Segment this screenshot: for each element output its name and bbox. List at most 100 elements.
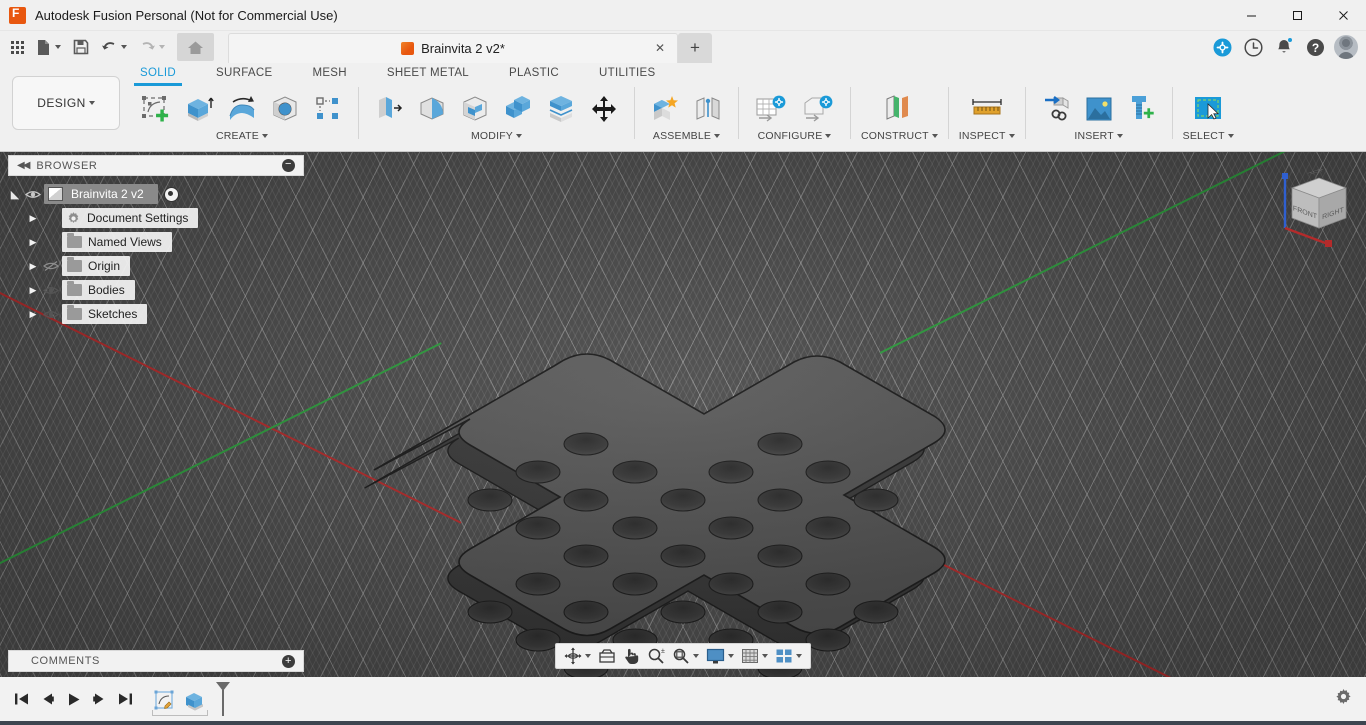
eye-visible-icon[interactable] bbox=[40, 309, 62, 320]
new-file-button[interactable] bbox=[31, 33, 66, 61]
offset-plane-button[interactable] bbox=[877, 89, 921, 129]
derive-button[interactable] bbox=[1036, 89, 1076, 129]
timeline-feature-sketch[interactable] bbox=[150, 686, 180, 716]
tree-item-document-settings[interactable]: ▶ Document Settings bbox=[8, 206, 304, 230]
zoom-button[interactable]: ± bbox=[644, 645, 668, 667]
sphere-button[interactable] bbox=[265, 89, 305, 129]
chevron-down-icon[interactable] bbox=[714, 134, 721, 138]
tree-root-chip[interactable]: Brainvita 2 v2 bbox=[44, 184, 158, 204]
measure-button[interactable] bbox=[965, 89, 1009, 129]
extrude-button[interactable] bbox=[179, 89, 219, 129]
tab-solid[interactable]: SOLID bbox=[120, 63, 196, 86]
tab-surface[interactable]: SURFACE bbox=[196, 63, 292, 85]
configure-body-button[interactable] bbox=[796, 89, 840, 129]
tree-item-chip[interactable]: Document Settings bbox=[62, 208, 199, 228]
app-grid-button[interactable] bbox=[6, 33, 29, 61]
tab-utilities[interactable]: UTILITIES bbox=[579, 63, 675, 85]
insert-image-button[interactable] bbox=[1079, 89, 1119, 129]
play-button[interactable] bbox=[60, 686, 86, 712]
eye-visible-icon[interactable] bbox=[22, 189, 44, 200]
tree-item-chip[interactable]: Named Views bbox=[62, 232, 172, 252]
pan-button[interactable] bbox=[620, 645, 643, 667]
chevron-down-icon[interactable] bbox=[585, 654, 591, 658]
workspace-selector[interactable]: DESIGN bbox=[12, 76, 120, 130]
eye-visible-icon[interactable] bbox=[40, 285, 62, 296]
chevron-down-icon[interactable] bbox=[825, 134, 832, 138]
tree-item-sketches[interactable]: ▶ Sketches bbox=[8, 302, 304, 326]
shell-button[interactable] bbox=[455, 89, 495, 129]
grid-snaps-button[interactable] bbox=[738, 645, 771, 667]
extensions-button[interactable] bbox=[1208, 33, 1236, 61]
display-settings-button[interactable] bbox=[703, 645, 737, 667]
timeline-feature-extrude[interactable] bbox=[180, 686, 210, 716]
chevron-down-icon[interactable] bbox=[728, 654, 734, 658]
minimize-button[interactable] bbox=[1228, 0, 1274, 31]
double-left-arrow-icon[interactable]: ◀◀ bbox=[17, 160, 30, 171]
chevron-down-icon[interactable] bbox=[1008, 134, 1015, 138]
tree-item-origin[interactable]: ▶ Origin bbox=[8, 254, 304, 278]
pattern-button[interactable] bbox=[308, 89, 348, 129]
maximize-button[interactable] bbox=[1274, 0, 1320, 31]
expand-arrow-icon[interactable]: ▶ bbox=[26, 237, 40, 248]
close-button[interactable] bbox=[1320, 0, 1366, 31]
chevron-down-icon[interactable] bbox=[516, 134, 523, 138]
press-pull-button[interactable] bbox=[369, 89, 409, 129]
insert-mcmaster-button[interactable] bbox=[1122, 89, 1162, 129]
expand-arrow-icon[interactable]: ▶ bbox=[26, 213, 40, 224]
go-to-beginning-button[interactable] bbox=[8, 686, 34, 712]
chevron-down-icon[interactable] bbox=[1227, 134, 1234, 138]
combine-button[interactable] bbox=[498, 89, 538, 129]
timeline-marker-icon[interactable] bbox=[216, 682, 230, 716]
tab-sheet-metal[interactable]: SHEET METAL bbox=[367, 63, 489, 85]
chevron-down-icon[interactable] bbox=[762, 654, 768, 658]
chevron-down-icon[interactable] bbox=[262, 134, 268, 138]
joint-button[interactable] bbox=[688, 89, 728, 129]
help-button[interactable]: ? bbox=[1301, 33, 1329, 61]
move-copy-button[interactable] bbox=[584, 89, 624, 129]
expand-arrow-icon[interactable]: ▶ bbox=[26, 309, 40, 320]
go-to-end-button[interactable] bbox=[112, 686, 138, 712]
tree-item-chip[interactable]: Sketches bbox=[62, 304, 148, 324]
viewports-button[interactable] bbox=[772, 645, 805, 667]
split-body-button[interactable] bbox=[541, 89, 581, 129]
browser-minimize-button[interactable]: − bbox=[282, 159, 295, 172]
select-button[interactable] bbox=[1186, 89, 1230, 129]
timeline-settings-button[interactable] bbox=[1335, 688, 1352, 710]
comments-panel[interactable]: COMMENTS + bbox=[8, 650, 304, 672]
add-comment-button[interactable]: + bbox=[282, 654, 295, 668]
expand-arrow-icon[interactable]: ▶ bbox=[26, 261, 40, 272]
new-tab-button[interactable]: + bbox=[678, 33, 712, 63]
eye-hidden-icon[interactable] bbox=[40, 260, 62, 272]
revolve-button[interactable] bbox=[222, 89, 262, 129]
redo-button[interactable] bbox=[134, 33, 170, 61]
3d-viewport[interactable]: ◀◀ BROWSER − ◣ Brainvita 2 v2 ▶ Document… bbox=[0, 152, 1366, 677]
chevron-down-icon[interactable] bbox=[931, 134, 938, 138]
account-avatar[interactable] bbox=[1332, 33, 1360, 61]
tree-item-root[interactable]: ◣ Brainvita 2 v2 bbox=[8, 182, 304, 206]
chevron-down-icon[interactable] bbox=[693, 654, 699, 658]
step-back-button[interactable] bbox=[34, 686, 60, 712]
orbit-button[interactable] bbox=[561, 645, 594, 667]
recent-activity-button[interactable] bbox=[1239, 33, 1267, 61]
tree-item-chip[interactable]: Bodies bbox=[62, 280, 135, 300]
home-button[interactable] bbox=[177, 33, 214, 61]
look-at-button[interactable] bbox=[595, 645, 619, 667]
expand-arrow-icon[interactable]: ◣ bbox=[8, 188, 22, 201]
chevron-down-icon[interactable] bbox=[1116, 134, 1123, 138]
activate-component-icon[interactable] bbox=[163, 186, 179, 202]
view-cube[interactable]: TOP FRONT RIGHT bbox=[1262, 162, 1354, 252]
close-icon[interactable]: ✕ bbox=[653, 42, 667, 56]
tab-mesh[interactable]: MESH bbox=[292, 63, 366, 85]
tree-item-named-views[interactable]: ▶ Named Views bbox=[8, 230, 304, 254]
fillet-button[interactable] bbox=[412, 89, 452, 129]
configuration-table-button[interactable] bbox=[749, 89, 793, 129]
tree-item-chip[interactable]: Origin bbox=[62, 256, 131, 276]
step-forward-button[interactable] bbox=[86, 686, 112, 712]
new-component-button[interactable] bbox=[645, 89, 685, 129]
notifications-button[interactable] bbox=[1270, 33, 1298, 61]
save-button[interactable] bbox=[68, 33, 94, 61]
tree-item-bodies[interactable]: ▶ Bodies bbox=[8, 278, 304, 302]
expand-arrow-icon[interactable]: ▶ bbox=[26, 285, 40, 296]
undo-button[interactable] bbox=[96, 33, 132, 61]
tab-plastic[interactable]: PLASTIC bbox=[489, 63, 579, 85]
